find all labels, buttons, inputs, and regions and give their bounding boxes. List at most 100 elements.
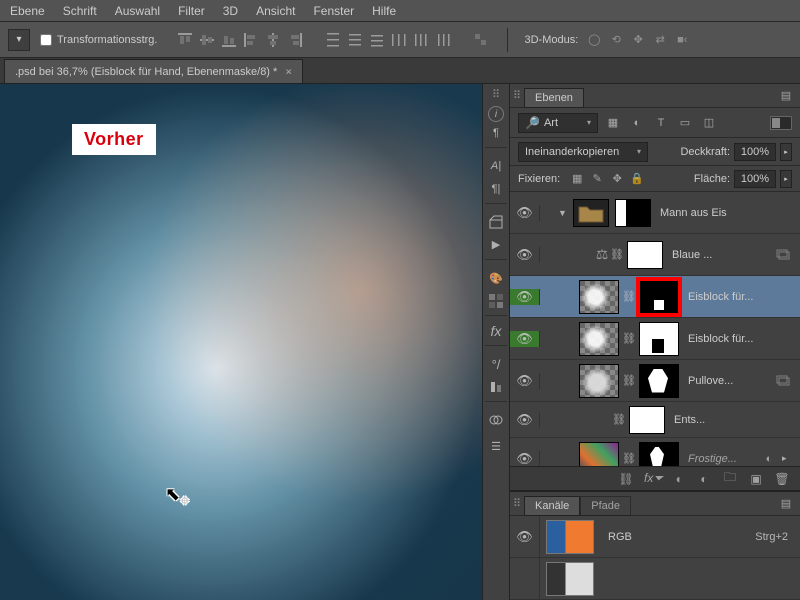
brush-panel-icon[interactable]: °/ (485, 352, 507, 376)
menu-item[interactable]: Ebene (10, 4, 45, 18)
link-icon[interactable]: ⛓ (622, 374, 636, 387)
disclosure-icon[interactable]: ▸ (782, 453, 794, 464)
layer-name[interactable]: Blaue ... (672, 249, 776, 261)
checkbox-icon[interactable] (40, 34, 52, 46)
menu-item[interactable]: Auswahl (115, 4, 160, 18)
layer-name[interactable]: Eisblock für... (688, 291, 800, 303)
align-bottom-icon[interactable] (219, 30, 239, 50)
filter-adjust-icon[interactable]: ◐ (628, 114, 646, 132)
auto-align-icon[interactable] (471, 30, 491, 50)
visibility-toggle[interactable]: 👁 (510, 451, 540, 467)
layer-thumb[interactable] (579, 364, 619, 398)
filter-smart-icon[interactable]: ◫ (700, 114, 718, 132)
paragraph-panel-icon[interactable]: ¶ (485, 124, 507, 148)
layer-pixel[interactable]: 👁 ⛓ Ents... (510, 402, 800, 438)
visibility-toggle[interactable]: 👁 (510, 331, 540, 347)
new-group-icon[interactable]: 🗀 (722, 468, 738, 489)
menu-item[interactable]: Filter (178, 4, 205, 18)
menu-item[interactable]: Fenster (313, 4, 354, 18)
link-icon[interactable]: ⛓ (622, 332, 636, 345)
distribute-bottom-icon[interactable] (367, 30, 387, 50)
tab-paths[interactable]: Pfade (580, 496, 631, 516)
menu-item[interactable]: Schrift (63, 4, 97, 18)
layer-smart-object[interactable]: 👁 ⛓ Eisblock für... (510, 318, 800, 360)
adjustments-panel-icon[interactable] (485, 408, 507, 432)
lock-pixels-icon[interactable]: ✎ (590, 172, 604, 185)
panel-menu-icon[interactable]: ▤ (776, 89, 796, 102)
mask-thumb[interactable] (639, 364, 679, 398)
canvas[interactable]: Vorher ⬉✥ (0, 84, 482, 600)
info-panel-icon[interactable]: i (488, 106, 504, 122)
filter-indicator-icon[interactable]: ◐ (762, 453, 776, 465)
fill-input[interactable]: 100% (734, 170, 776, 188)
mask-thumb[interactable] (639, 442, 679, 467)
styles-panel-icon[interactable]: fx (485, 322, 507, 346)
disclosure-icon[interactable]: ▼ (558, 208, 570, 218)
blend-mode-dropdown[interactable]: Ineinanderkopieren ▾ (518, 142, 648, 162)
visibility-toggle[interactable]: 👁 (510, 412, 540, 428)
layer-thumb[interactable] (579, 322, 619, 356)
fill-stepper[interactable]: ▸ (780, 170, 792, 188)
transform-controls-checkbox[interactable]: Transformationsstrg. (40, 34, 157, 46)
filter-type-dropdown[interactable]: 🔎 Art ▾ (518, 113, 598, 133)
layer-name[interactable]: Frostige... (688, 453, 758, 465)
layer-name[interactable]: Mann aus Eis (660, 207, 800, 219)
mask-thumb[interactable] (627, 241, 663, 269)
layer-group[interactable]: 👁 ▼ Mann aus Eis (510, 192, 800, 234)
grip-icon[interactable]: ⠿ (486, 90, 506, 98)
distribute-left-icon[interactable] (389, 30, 409, 50)
link-icon[interactable]: ⛓ (622, 452, 636, 465)
delete-icon[interactable]: 🗑 (774, 472, 790, 486)
document-tab[interactable]: .psd bei 36,7% (Eisblock für Hand, Ebene… (4, 59, 303, 83)
layer-name[interactable]: Pullove... (688, 375, 776, 387)
mask-thumb[interactable] (615, 199, 651, 227)
filter-toggle[interactable] (770, 116, 792, 130)
layer-smart-object[interactable]: 👁 ⛓ Eisblock für... (510, 276, 800, 318)
distribute-vcenter-icon[interactable] (345, 30, 365, 50)
align-hcenter-icon[interactable] (263, 30, 283, 50)
mask-thumb[interactable] (639, 322, 679, 356)
visibility-toggle[interactable]: 👁 (510, 373, 540, 389)
layer-thumb[interactable] (579, 442, 619, 467)
visibility-toggle[interactable]: 👁 (510, 516, 540, 557)
brush-presets-panel-icon[interactable] (485, 378, 507, 402)
visibility-toggle[interactable]: 👁 (510, 289, 540, 305)
lock-transparent-icon[interactable]: ▦ (570, 172, 584, 185)
panel-menu-icon[interactable]: ▤ (776, 497, 796, 510)
visibility-toggle[interactable] (510, 558, 540, 599)
mask-thumb[interactable] (629, 406, 665, 434)
filter-text-icon[interactable]: T (652, 114, 670, 132)
3d-roll-icon[interactable]: ⟲ (608, 32, 624, 48)
align-vcenter-icon[interactable] (197, 30, 217, 50)
properties-panel-icon[interactable]: ☰ (485, 434, 507, 458)
menu-item[interactable]: Hilfe (372, 4, 396, 18)
link-icon[interactable]: ⛓ (612, 413, 626, 426)
filter-shape-icon[interactable]: ▭ (676, 114, 694, 132)
tab-layers[interactable]: Ebenen (524, 88, 584, 108)
add-mask-icon[interactable]: ◖ (670, 472, 686, 486)
3d-zoom-icon[interactable]: ■‹ (674, 32, 690, 48)
distribute-right-icon[interactable] (433, 30, 453, 50)
character-panel-icon[interactable]: A| (485, 154, 507, 178)
3d-orbit-icon[interactable]: ◯ (586, 32, 602, 48)
filter-pixel-icon[interactable]: ▦ (604, 114, 622, 132)
grip-icon[interactable]: ⠿ (510, 89, 524, 102)
layer-adjustment[interactable]: 👁 ⚖ ⛓ Blaue ... (510, 234, 800, 276)
new-layer-icon[interactable]: ▣ (748, 472, 764, 486)
visibility-toggle[interactable]: 👁 (510, 247, 540, 263)
link-icon[interactable]: ⛓ (622, 290, 636, 303)
align-left-icon[interactable] (241, 30, 261, 50)
lock-all-icon[interactable]: 🔒 (630, 172, 644, 185)
opacity-input[interactable]: 100% (734, 143, 776, 161)
3d-slide-icon[interactable]: ⇄ (652, 32, 668, 48)
grip-icon[interactable]: ⠿ (510, 497, 524, 510)
layer-thumb[interactable] (579, 280, 619, 314)
layer-name[interactable]: Eisblock für... (688, 333, 800, 345)
actions-panel-icon[interactable]: ▶ (485, 236, 507, 260)
menu-item[interactable]: Ansicht (256, 4, 295, 18)
channel-row[interactable] (510, 558, 800, 600)
visibility-toggle[interactable]: 👁 (510, 205, 540, 221)
opacity-stepper[interactable]: ▸ (780, 143, 792, 161)
link-icon[interactable]: ⛓ (610, 248, 624, 261)
fx-icon[interactable]: fx⏷ (644, 471, 660, 486)
